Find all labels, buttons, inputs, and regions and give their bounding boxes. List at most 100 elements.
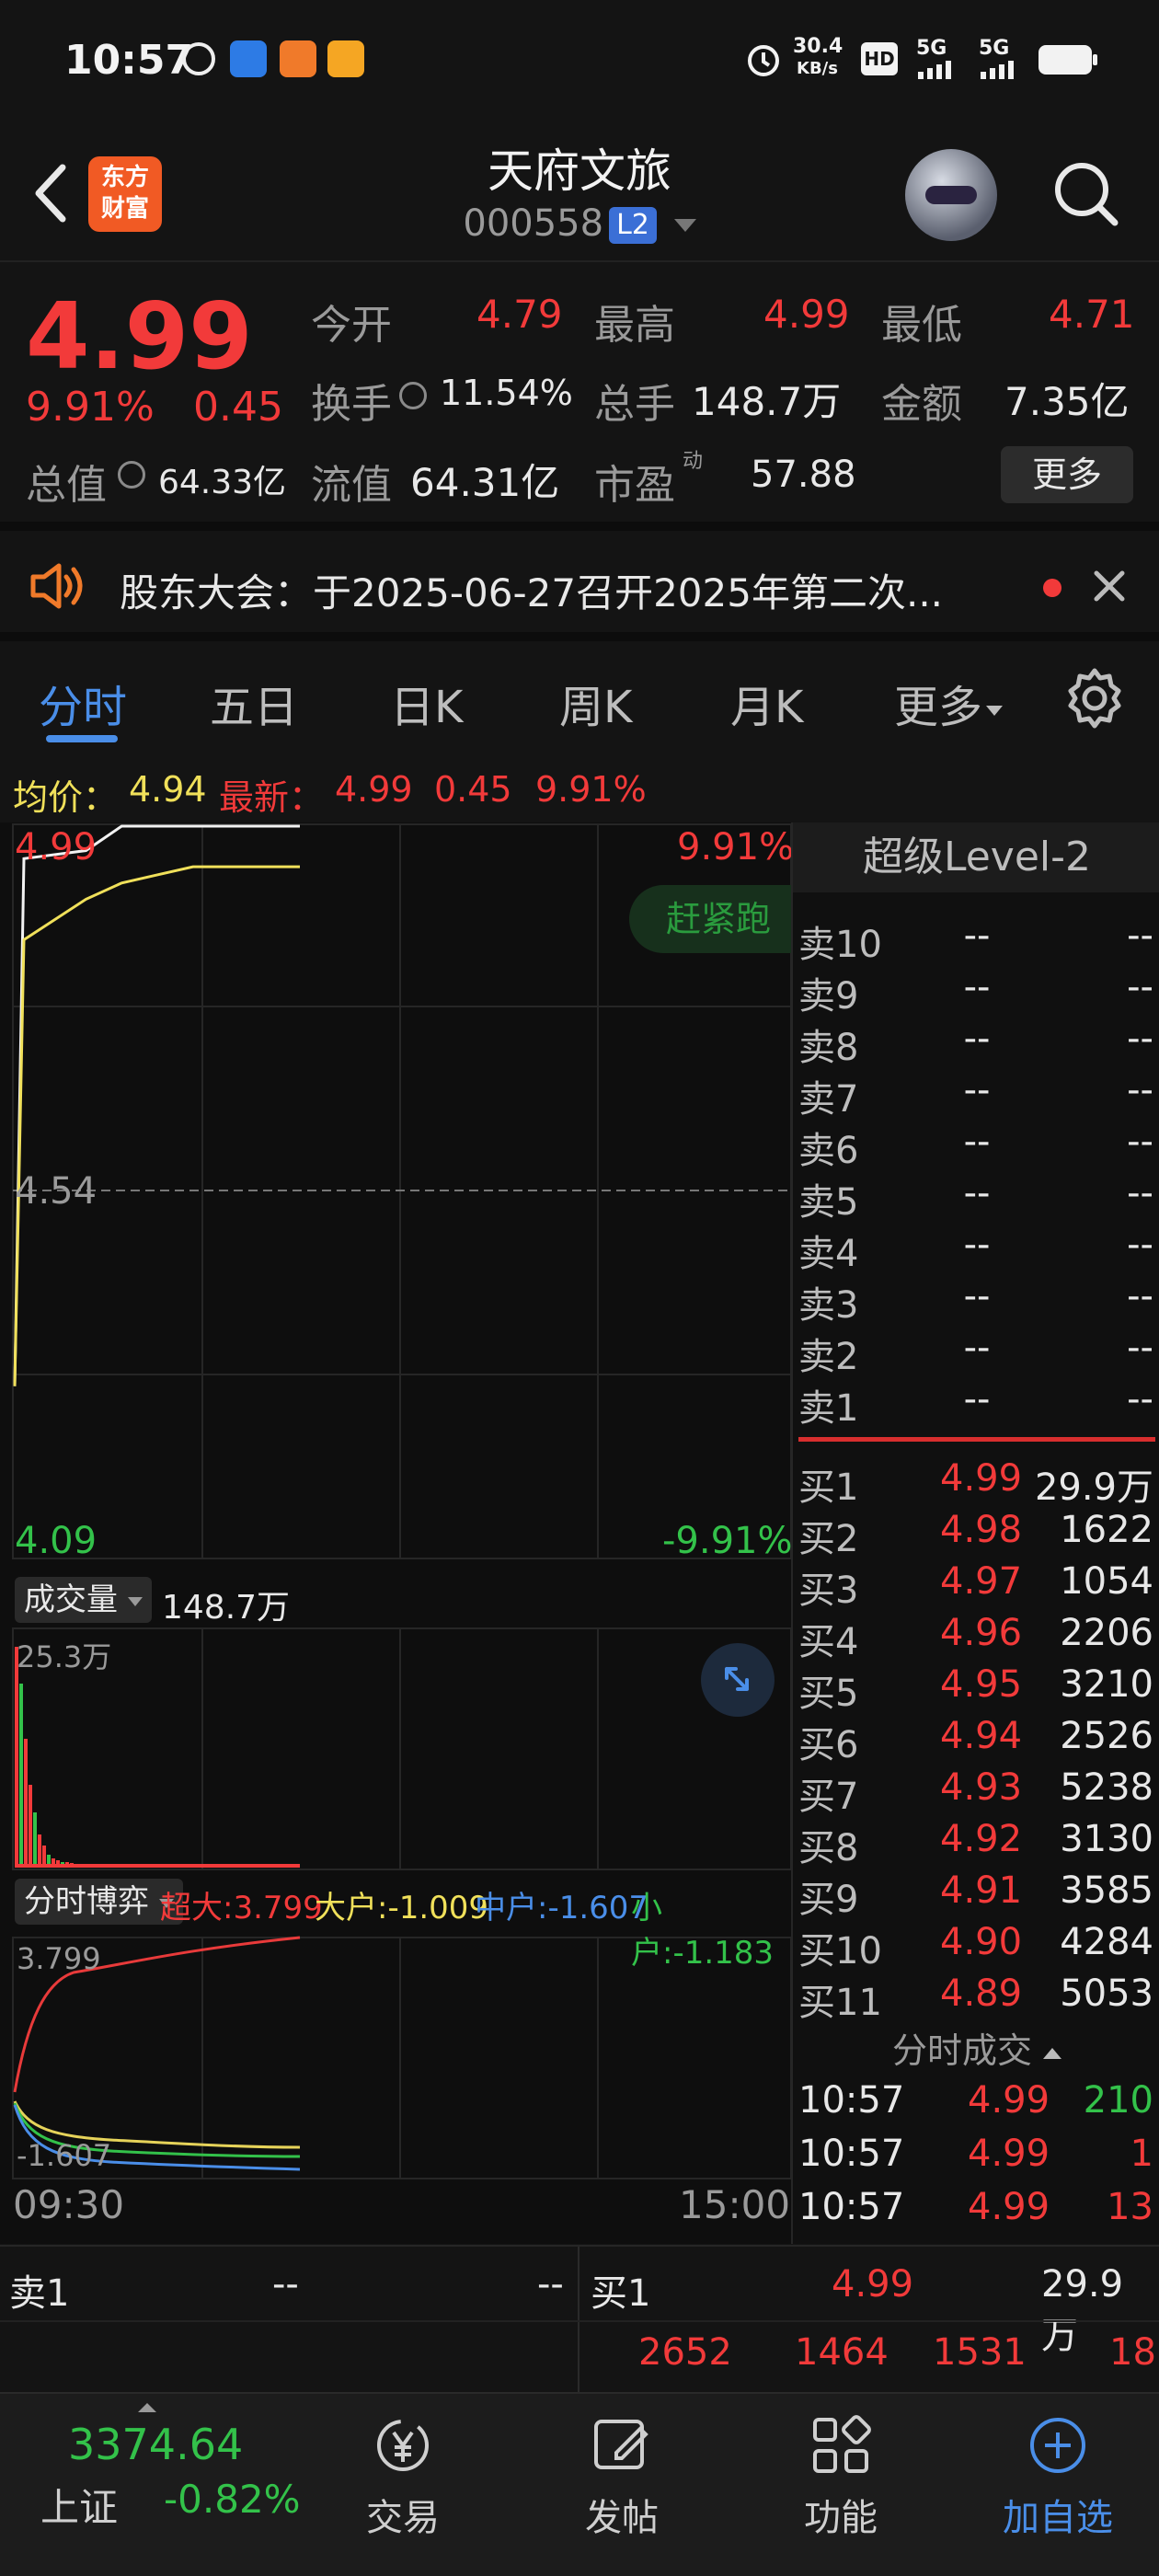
trade-price: 4.99 bbox=[968, 2133, 1050, 2175]
ask-row[interactable]: 卖7 -- -- bbox=[793, 1069, 1159, 1121]
announcement-bar[interactable]: 股东大会：于2025-06-27召开2025年第二次... bbox=[0, 531, 1159, 641]
more-button[interactable]: 更多 bbox=[1001, 446, 1133, 503]
nav-add-watchlist-label: 加自选 bbox=[1003, 2497, 1113, 2539]
expand-icon[interactable] bbox=[701, 1643, 775, 1717]
low-label: 最低 bbox=[881, 302, 962, 349]
nav-trade[interactable]: 交易 bbox=[320, 2412, 486, 2541]
ask-row[interactable]: 卖1 -- -- bbox=[793, 1378, 1159, 1430]
level2-orderbook[interactable]: 超级Level-2 卖10 -- -- 卖9 -- -- 卖8 -- -- 卖7 -- -- 卖6 -- -… bbox=[791, 822, 1159, 2244]
trade-row[interactable]: 10:57 4.99 210 bbox=[793, 2079, 1159, 2131]
info-icon[interactable] bbox=[399, 382, 427, 409]
bid-row[interactable]: 买6 4.94 2526 bbox=[793, 1715, 1159, 1766]
bid-row[interactable]: 买1 4.99 29.9万 bbox=[793, 1457, 1159, 1509]
bid-price: 4.91 bbox=[940, 1869, 1023, 1912]
game-min-label: -1.607 bbox=[17, 2138, 112, 2173]
bottom-nav-bar: 3374.64 上证 -0.82% 交易 发帖 功能 加自选 bbox=[0, 2392, 1159, 2576]
signal-badge[interactable]: 赶紧跑 bbox=[629, 885, 791, 953]
ask-row[interactable]: 卖4 -- -- bbox=[793, 1224, 1159, 1275]
bid-level-label: 买11 bbox=[798, 1982, 882, 2024]
percent-axis-bottom: -9.91% bbox=[662, 1520, 793, 1562]
trade-row[interactable]: 10:57 4.99 1 bbox=[793, 2133, 1159, 2184]
volume-bar bbox=[29, 1785, 32, 1868]
index-change: -0.82% bbox=[164, 2477, 301, 2522]
caret-up-icon bbox=[1043, 2047, 1062, 2059]
bid-row[interactable]: 买2 4.98 1622 bbox=[793, 1509, 1159, 1560]
queue-order: 2652 bbox=[638, 2331, 732, 2374]
bid-row[interactable]: 买11 4.89 5053 bbox=[793, 1972, 1159, 2024]
tab-intraday[interactable]: 分时 bbox=[39, 671, 127, 735]
network-label-1: 5G bbox=[916, 37, 947, 60]
price-line bbox=[13, 824, 300, 1386]
ask-volume: -- bbox=[1127, 1018, 1153, 1060]
change-percent: 9.91% bbox=[26, 384, 155, 431]
net-speed-value: 30.4 bbox=[793, 35, 843, 58]
settings-gear-icon[interactable] bbox=[1061, 665, 1128, 731]
bid-volume: 29.9万 bbox=[1034, 1466, 1153, 1509]
apps-grid-icon bbox=[813, 2415, 871, 2473]
game-max-label: 3.799 bbox=[17, 1941, 101, 1976]
ask-row[interactable]: 卖10 -- -- bbox=[793, 914, 1159, 966]
app-icon-orange bbox=[280, 40, 316, 77]
open-label: 今开 bbox=[311, 302, 392, 349]
nav-functions[interactable]: 功能 bbox=[758, 2412, 924, 2541]
trade-row[interactable]: 10:57 4.99 13 bbox=[793, 2186, 1159, 2237]
game-indicator-select[interactable]: 分时博弈 bbox=[15, 1879, 183, 1925]
tab-daily-k[interactable]: 日K bbox=[390, 671, 463, 735]
bid-price: 4.99 bbox=[940, 1457, 1023, 1500]
trade-price: 4.99 bbox=[968, 2186, 1050, 2228]
volume-total: 148.7万 bbox=[162, 1589, 291, 1627]
bid-row[interactable]: 买4 4.96 2206 bbox=[793, 1612, 1159, 1663]
tab-monthly-k[interactable]: 月K bbox=[730, 671, 803, 735]
ask-row[interactable]: 卖3 -- -- bbox=[793, 1275, 1159, 1327]
bid-row[interactable]: 买8 4.92 3130 bbox=[793, 1818, 1159, 1869]
ask-volume: -- bbox=[1127, 966, 1153, 1008]
average-price-line bbox=[13, 865, 300, 1386]
bid-volume: 2526 bbox=[1060, 1715, 1153, 1757]
bid-price: 4.97 bbox=[940, 1560, 1023, 1603]
search-icon[interactable] bbox=[1049, 156, 1122, 230]
open-value: 4.79 bbox=[476, 292, 563, 337]
bid-row[interactable]: 买10 4.90 4284 bbox=[793, 1921, 1159, 1972]
speaker-icon bbox=[30, 563, 83, 609]
bid-level-label: 买10 bbox=[798, 1930, 882, 1972]
tab-weekly-k[interactable]: 周K bbox=[559, 671, 632, 735]
percent-axis-top: 9.91% bbox=[677, 826, 795, 868]
bid-row[interactable]: 买5 4.95 3210 bbox=[793, 1663, 1159, 1715]
ask-row[interactable]: 卖8 -- -- bbox=[793, 1018, 1159, 1069]
volume-bar bbox=[24, 1739, 28, 1868]
active-tab-indicator bbox=[46, 735, 118, 742]
close-icon[interactable] bbox=[1091, 568, 1128, 604]
game-large: 大户:-1.009 bbox=[315, 1890, 489, 1926]
orderbook-title[interactable]: 超级Level-2 bbox=[793, 822, 1159, 892]
info-icon[interactable] bbox=[118, 461, 145, 489]
ask-row[interactable]: 卖9 -- -- bbox=[793, 966, 1159, 1018]
bid-row[interactable]: 买7 4.93 5238 bbox=[793, 1766, 1159, 1818]
trades-header[interactable]: 分时成交 bbox=[793, 2022, 1159, 2073]
volume-indicator-label: 成交量 bbox=[24, 1581, 118, 1618]
robot-assistant-icon[interactable] bbox=[905, 149, 997, 241]
stock-header: 东方 财富 天府文旅 000558 L2 bbox=[0, 120, 1159, 262]
ask-row[interactable]: 卖6 -- -- bbox=[793, 1121, 1159, 1172]
ask-price: -- bbox=[963, 914, 991, 957]
nav-add-watchlist[interactable]: 加自选 bbox=[975, 2412, 1141, 2541]
bid-volume: 1622 bbox=[1060, 1509, 1153, 1551]
nav-post[interactable]: 发帖 bbox=[539, 2412, 705, 2541]
tab-five-day[interactable]: 五日 bbox=[210, 671, 298, 735]
bottom-orderbook-strip[interactable]: 卖1 -- -- 买1 4.99 29.9万 2652 1464 1531 18 bbox=[0, 2245, 1159, 2394]
network-label-2: 5G bbox=[979, 37, 1010, 60]
bid-volume: 3585 bbox=[1060, 1869, 1153, 1912]
price-axis-top: 4.99 bbox=[15, 826, 98, 868]
intraday-chart-area[interactable]: 4.99 9.91% 赶紧跑 4.54 4.09 -9.91% 成交量 148.… bbox=[0, 822, 795, 2244]
ask-volume: -- bbox=[1127, 914, 1153, 957]
bid-row[interactable]: 买3 4.97 1054 bbox=[793, 1560, 1159, 1612]
ask-row[interactable]: 卖5 -- -- bbox=[793, 1172, 1159, 1224]
ask-price: -- bbox=[963, 1224, 991, 1266]
bid-volume: 1054 bbox=[1060, 1560, 1153, 1603]
app-icon-video bbox=[327, 40, 364, 77]
tab-more[interactable]: 更多 bbox=[894, 671, 1004, 735]
ask-row[interactable]: 卖2 -- -- bbox=[793, 1327, 1159, 1378]
ask-level-label: 卖2 bbox=[798, 1336, 859, 1378]
bid-row[interactable]: 买9 4.91 3585 bbox=[793, 1869, 1159, 1921]
volume-indicator-select[interactable]: 成交量 bbox=[15, 1577, 152, 1623]
index-ticker[interactable]: 3374.64 上证 -0.82% bbox=[0, 2394, 313, 2576]
